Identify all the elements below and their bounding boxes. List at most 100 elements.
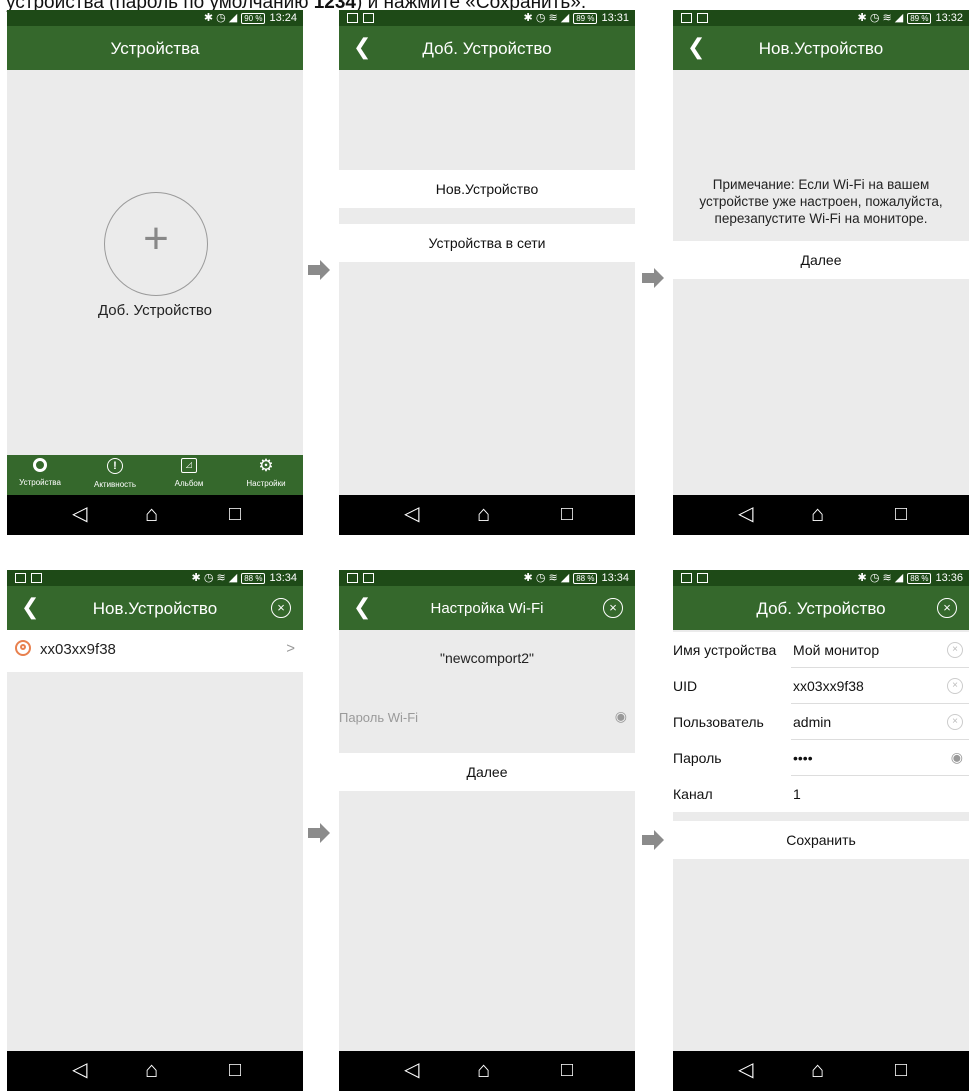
app-header: Доб. Устройство × — [673, 586, 969, 630]
nav-back-icon[interactable]: ◁ — [404, 1060, 419, 1080]
arrow-right-icon — [308, 260, 330, 280]
page-title: Настройка Wi-Fi — [430, 600, 544, 617]
field-label: Пользователь — [673, 714, 764, 730]
app-header: ❮ Нов.Устройство × — [7, 586, 303, 630]
bottom-tab-bar: Устройства ! Активность ◿ Альбом ⚙ Настр… — [7, 455, 303, 495]
device-list-item[interactable]: xx03xx9f38 > — [7, 630, 303, 672]
nav-home-icon[interactable]: ⌂ — [477, 503, 490, 525]
tab-album[interactable]: ◿ Альбом — [163, 458, 215, 488]
next-button[interactable]: Далее — [339, 753, 635, 791]
alarm-icon: ◷ — [203, 572, 214, 584]
new-device-option[interactable]: Нов.Устройство — [339, 170, 635, 208]
close-icon[interactable]: × — [271, 598, 291, 618]
field-value[interactable]: xx03xx9f38 — [793, 678, 864, 694]
arrow-right-icon — [642, 830, 664, 850]
wifi-icon: ≋ — [548, 12, 558, 24]
nav-back-icon[interactable]: ◁ — [404, 504, 419, 524]
signal-icon: ◢ — [894, 572, 904, 584]
nav-recent-icon[interactable]: □ — [561, 1060, 573, 1080]
tab-label: Активность — [93, 480, 136, 489]
uid-field[interactable]: UID xx03xx9f38 × — [673, 668, 969, 704]
password-field[interactable]: Пароль •••• ◉ — [673, 740, 969, 776]
signal-icon: ◢ — [894, 12, 904, 24]
nav-home-icon[interactable]: ⌂ — [811, 1059, 824, 1081]
nav-home-icon[interactable]: ⌂ — [477, 1059, 490, 1081]
wifi-icon: ≋ — [882, 12, 892, 24]
status-time: 13:24 — [269, 12, 297, 24]
system-nav-bar: ◁ ⌂ □ — [673, 1051, 969, 1091]
close-icon[interactable]: × — [937, 598, 957, 618]
wifi-password-input[interactable]: Пароль Wi-Fi — [339, 710, 418, 725]
battery-icon: 89 % — [573, 12, 598, 24]
alarm-icon: ◷ — [535, 572, 546, 584]
field-value[interactable]: 1 — [793, 786, 801, 802]
nav-back-icon[interactable]: ◁ — [72, 504, 87, 524]
page-title: Нов.Устройство — [758, 39, 884, 58]
battery-icon: 88 % — [907, 572, 932, 584]
bluetooth-icon: ✱ — [203, 12, 214, 24]
channel-field[interactable]: Канал 1 — [673, 776, 969, 812]
tab-activity[interactable]: ! Активность — [84, 458, 146, 489]
nav-recent-icon[interactable]: □ — [895, 1060, 907, 1080]
nav-home-icon[interactable]: ⌂ — [145, 503, 158, 525]
status-time: 13:31 — [601, 12, 629, 24]
bluetooth-icon: ✱ — [857, 572, 867, 584]
status-time: 13:34 — [601, 572, 629, 584]
app-header: ❮ Доб. Устройство — [339, 26, 635, 70]
online-devices-option[interactable]: Устройства в сети — [339, 224, 635, 262]
arrow-right-icon — [642, 268, 664, 288]
camera-icon — [33, 458, 47, 472]
clear-icon[interactable]: × — [947, 714, 963, 730]
close-icon[interactable]: × — [603, 598, 623, 618]
app-header: ❮ Нов.Устройство — [673, 26, 969, 70]
nav-recent-icon[interactable]: □ — [229, 1060, 241, 1080]
field-label: Канал — [673, 786, 713, 802]
alarm-icon: ◷ — [869, 572, 880, 584]
alert-icon: ! — [107, 458, 123, 474]
field-value[interactable]: admin — [793, 714, 831, 730]
screen-devices: ✱ ◷ ◢ 90 % 13:24 Устройства + Доб. Устройс… — [7, 10, 303, 535]
clear-icon[interactable]: × — [947, 678, 963, 694]
status-bar: ✱ ◷ ≋ ◢ 88 % 13:36 — [673, 570, 969, 586]
device-name-field[interactable]: Имя устройства Мой монитор × — [673, 632, 969, 668]
wifi-ssid: "newcomport2" — [440, 650, 534, 666]
signal-icon: ◢ — [228, 12, 238, 24]
bluetooth-icon: ✱ — [857, 12, 867, 24]
add-device-button[interactable]: + — [104, 192, 208, 296]
alarm-icon: ◷ — [216, 12, 226, 24]
tab-label: Настройки — [246, 479, 286, 488]
nav-back-icon[interactable]: ◁ — [72, 1060, 87, 1080]
device-uid: xx03xx9f38 — [40, 641, 116, 658]
screen-new-device-note: ✱ ◷ ≋ ◢ 89 % 13:32 ❮ Нов.Устройство Примеч… — [673, 10, 969, 535]
tab-settings[interactable]: ⚙ Настройки — [235, 456, 297, 489]
user-field[interactable]: Пользователь admin × — [673, 704, 969, 740]
field-value[interactable]: •••• — [793, 750, 813, 766]
field-label: Пароль — [673, 750, 722, 766]
nav-back-icon[interactable]: ◁ — [738, 504, 753, 524]
nav-home-icon[interactable]: ⌂ — [145, 1059, 158, 1081]
next-button[interactable]: Далее — [673, 241, 969, 279]
nav-recent-icon[interactable]: □ — [895, 504, 907, 524]
signal-icon: ◢ — [228, 572, 238, 584]
nav-recent-icon[interactable]: □ — [561, 504, 573, 524]
eye-icon[interactable]: ◉ — [615, 708, 627, 725]
nav-back-icon[interactable]: ◁ — [738, 1060, 753, 1080]
system-nav-bar: ◁ ⌂ □ — [7, 495, 303, 535]
app-header: Устройства — [7, 26, 303, 70]
field-label: Имя устройства — [673, 642, 777, 658]
nav-home-icon[interactable]: ⌂ — [811, 503, 824, 525]
system-nav-bar: ◁ ⌂ □ — [7, 1051, 303, 1091]
tab-devices[interactable]: Устройства — [11, 458, 69, 487]
clear-icon[interactable]: × — [947, 642, 963, 658]
eye-icon[interactable]: ◉ — [951, 749, 963, 766]
bluetooth-icon: ✱ — [191, 572, 201, 584]
alarm-icon: ◷ — [869, 12, 880, 24]
field-value[interactable]: Мой монитор — [793, 642, 879, 658]
gear-icon: ⚙ — [258, 456, 274, 475]
page-title: Нов.Устройство — [92, 599, 218, 618]
page-title: Устройства — [110, 39, 200, 58]
status-bar: ✱ ◷ ◢ 90 % 13:24 — [7, 10, 303, 26]
save-button[interactable]: Сохранить — [673, 821, 969, 859]
nav-recent-icon[interactable]: □ — [229, 504, 241, 524]
status-time: 13:32 — [935, 12, 963, 24]
